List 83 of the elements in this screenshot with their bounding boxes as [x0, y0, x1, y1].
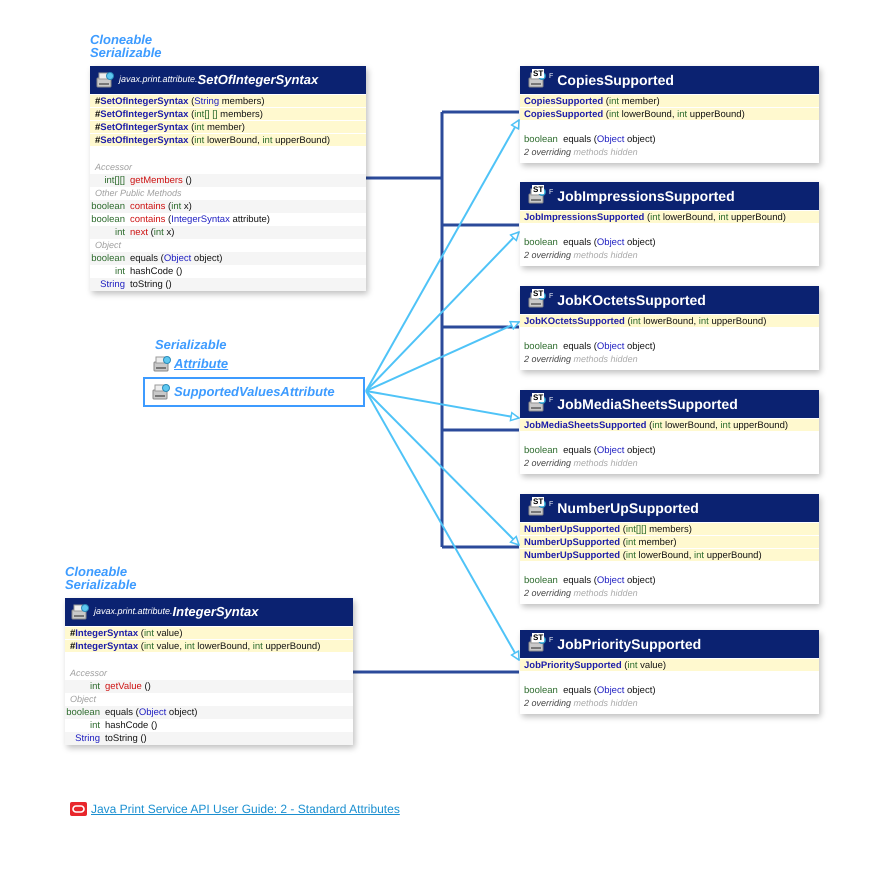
- constructor-row: #SetOfIntegerSyntax (String members): [90, 95, 366, 108]
- hidden-methods-note: 2 overriding methods hidden: [523, 697, 639, 710]
- method-signature: toString (): [105, 732, 147, 745]
- return-type: String: [99, 278, 126, 291]
- package-name: javax.print.attribute.: [119, 73, 198, 84]
- constructor-row: NumberUpSupported (int member): [520, 536, 819, 549]
- return-type: boolean: [90, 252, 126, 265]
- interface-name: Serializable: [90, 46, 162, 59]
- static-badge: ST: [532, 69, 544, 78]
- interface-name: Serializable: [155, 337, 227, 353]
- method-signature: getMembers (): [130, 174, 192, 187]
- return-type: int[][]: [103, 174, 126, 187]
- return-type: String: [74, 732, 101, 745]
- hidden-methods-note: 2 overriding methods hidden: [523, 353, 639, 366]
- return-type: boolean: [65, 706, 101, 719]
- class-name: CopiesSupported: [557, 70, 674, 90]
- return-type: boolean: [90, 200, 126, 213]
- method-signature: contains (int x): [130, 200, 192, 213]
- method-signature: toString (): [130, 278, 172, 291]
- class-name: JobPrioritySupported: [557, 634, 702, 654]
- printer-icon: [95, 70, 115, 90]
- constructor-row: #IntegerSyntax (int value): [65, 627, 353, 640]
- method-signature: equals (Object object): [105, 706, 198, 719]
- section-label: Object: [94, 239, 122, 252]
- interface-name: Cloneable: [65, 565, 128, 578]
- method-row-text: boolean equals (Object object): [523, 133, 657, 146]
- static-badge: ST: [532, 497, 544, 506]
- method-row-text: boolean equals (Object object): [523, 340, 657, 353]
- parent-interface-name: Attribute: [174, 355, 228, 374]
- section-label: Accessor: [94, 161, 134, 174]
- return-type: int: [88, 680, 101, 693]
- class-name: JobKOctetsSupported: [557, 290, 706, 310]
- constructor-row: CopiesSupported (int member): [520, 95, 819, 108]
- method-signature: contains (IntegerSyntax attribute): [130, 213, 270, 226]
- static-badge: ST: [532, 393, 544, 402]
- interface-title: SupportedValuesAttribute: [174, 383, 335, 402]
- static-badge: ST: [532, 185, 544, 194]
- static-badge: ST: [532, 289, 544, 298]
- method-signature: hashCode (): [105, 719, 158, 732]
- class-name: NumberUpSupported: [557, 498, 699, 518]
- hidden-methods-note: 2 overriding methods hidden: [523, 146, 639, 159]
- section-label: Other Public Methods: [94, 187, 183, 200]
- constructor-row: NumberUpSupported (int lowerBound, int upperBound): [520, 549, 819, 562]
- static-badge: ST: [532, 633, 544, 642]
- hidden-methods-note: 2 overriding methods hidden: [523, 587, 639, 600]
- constructor-row: NumberUpSupported (int[][] members): [520, 523, 819, 536]
- constructor-row: #SetOfIntegerSyntax (int[] [] members): [90, 108, 366, 121]
- logo-icon: [70, 802, 87, 816]
- class-name: IntegerSyntax: [172, 603, 259, 622]
- method-signature: hashCode (): [130, 265, 182, 278]
- constructor-row: CopiesSupported (int lowerBound, int upperBound): [520, 108, 819, 121]
- method-row-text: boolean equals (Object object): [523, 684, 657, 697]
- constructor-row: #SetOfIntegerSyntax (int lowerBound, int upperBound): [90, 134, 366, 147]
- method-row-text: boolean equals (Object object): [523, 574, 657, 587]
- return-type: int: [114, 265, 126, 278]
- printer-icon: [151, 382, 171, 402]
- hidden-methods-note: 2 overriding methods hidden: [523, 457, 639, 470]
- interface-name: Cloneable: [90, 33, 154, 46]
- method-signature: next (int x): [130, 226, 174, 239]
- printer-icon: [70, 602, 90, 622]
- method-row-text: boolean equals (Object object): [523, 444, 657, 457]
- hidden-methods-note: 2 overriding methods hidden: [523, 249, 639, 262]
- printer-icon: [152, 354, 172, 374]
- method-row-text: boolean equals (Object object): [523, 236, 657, 249]
- class-name: SetOfIntegerSyntax: [198, 71, 318, 90]
- constructor-row: JobImpressionsSupported (int lowerBound, int upperBound): [520, 211, 819, 224]
- class-name: JobImpressionsSupported: [557, 186, 735, 206]
- section-label: Object: [69, 693, 98, 706]
- method-signature: equals (Object object): [130, 252, 222, 265]
- class-name: JobMediaSheetsSupported: [557, 394, 738, 414]
- return-type: boolean: [90, 213, 126, 226]
- return-type: int: [114, 226, 126, 239]
- constructor-row: #IntegerSyntax (int value, int lowerBound, int upperBound): [65, 640, 353, 653]
- constructor-row: JobKOctetsSupported (int lowerBound, int upperBound): [520, 315, 819, 328]
- guide-link[interactable]: Java Print Service API User Guide: 2 - Standard Attributes: [91, 800, 400, 818]
- interface-name: Serializable: [65, 578, 137, 591]
- constructor-row: JobPrioritySupported (int value): [520, 659, 819, 672]
- constructor-row: #SetOfIntegerSyntax (int member): [90, 121, 366, 134]
- package-name: javax.print.attribute.: [94, 605, 173, 616]
- method-signature: getValue (): [105, 680, 151, 693]
- return-type: int: [88, 719, 101, 732]
- constructor-row: JobMediaSheetsSupported (int lowerBound, int upperBound): [520, 419, 819, 432]
- section-label: Accessor: [68, 667, 108, 680]
